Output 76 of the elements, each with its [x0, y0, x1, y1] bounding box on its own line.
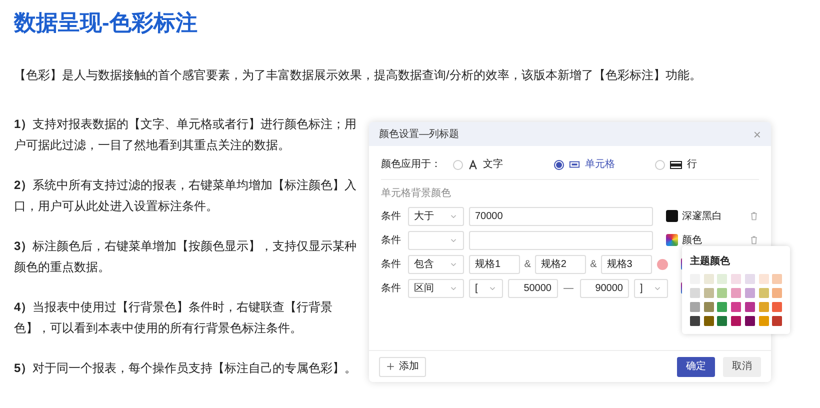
- trash-icon[interactable]: [749, 211, 759, 221]
- list-item: 4）当报表中使用过【行背景色】条件时，右键联查【行背景色】，可以看到本表中使用的所有行背景色标注条件。: [14, 299, 334, 337]
- remove-icon[interactable]: [657, 258, 668, 270]
- dropdown[interactable]: ]: [634, 278, 668, 298]
- color-swatch[interactable]: [717, 302, 728, 312]
- input-field[interactable]: 50000: [508, 278, 558, 298]
- radio-button[interactable]: [554, 160, 564, 170]
- apply-label: 颜色应用于：: [381, 158, 441, 172]
- condition-label: 条件: [381, 234, 402, 248]
- color-swatch[interactable]: [758, 316, 769, 326]
- color-swatch[interactable]: [704, 274, 714, 284]
- condition-label: 条件: [381, 282, 402, 296]
- list-item: 5）对于同一个报表，每个操作员支持【标注自己的专属色彩】。: [14, 360, 358, 377]
- color-swatch[interactable]: [717, 316, 728, 326]
- ampersand: &: [590, 258, 597, 272]
- page-title: 数据呈现-色彩标注: [14, 9, 198, 37]
- option-label: 单元格: [585, 158, 615, 172]
- dialog-title: 颜色设置—列标题: [379, 128, 459, 142]
- add-button[interactable]: 添加: [379, 356, 426, 376]
- color-swatch[interactable]: [704, 288, 714, 298]
- color-swatch[interactable]: [731, 274, 742, 284]
- dropdown[interactable]: 大于: [408, 206, 464, 226]
- color-swatch[interactable]: [758, 288, 769, 298]
- color-swatch[interactable]: [744, 274, 755, 284]
- color-swatch[interactable]: [758, 274, 769, 284]
- input-field[interactable]: [469, 230, 653, 250]
- section-label: 单元格背景颜色: [381, 186, 452, 201]
- dropdown[interactable]: [408, 230, 464, 250]
- color-swatch[interactable]: [772, 302, 782, 312]
- input-field[interactable]: 规格3: [600, 254, 652, 274]
- color-swatch[interactable]: [704, 302, 714, 312]
- swatch-label: 深邃黑白: [682, 210, 722, 224]
- intro-paragraph: 【色彩】是人与数据接触的首个感官要素，为了丰富数据展示效果，提高数据查询/分析的效率，该版本新增了【色彩标注】功能。: [14, 67, 702, 84]
- input-field[interactable]: 规格2: [534, 254, 586, 274]
- color-swatch[interactable]: [666, 210, 678, 222]
- list-item: 3）标注颜色后，右键菜单增加【按颜色显示】，支持仅显示某种颜色的重点数据。: [14, 238, 358, 276]
- color-swatch[interactable]: [731, 302, 742, 312]
- cancel-button[interactable]: 取消: [723, 356, 761, 376]
- dropdown[interactable]: 区间: [408, 278, 464, 298]
- list-item: 2）系统中所有支持过滤的报表，右键菜单均增加【标注颜色】入口，用户可从此处进入设置标注条件。: [14, 177, 358, 215]
- color-swatch[interactable]: [717, 288, 728, 298]
- swatch-label: 颜色: [682, 234, 702, 248]
- color-swatch[interactable]: [690, 302, 700, 312]
- letter-a-icon: [468, 160, 478, 170]
- color-swatch[interactable]: [690, 316, 700, 326]
- option-label: 文字: [483, 158, 503, 172]
- plus-icon: [386, 362, 395, 371]
- color-swatch[interactable]: [717, 274, 728, 284]
- color-swatch[interactable]: [690, 288, 700, 298]
- ok-button[interactable]: 确定: [677, 356, 715, 376]
- color-swatch[interactable]: [731, 316, 742, 326]
- color-swatch[interactable]: [772, 316, 782, 326]
- input-field[interactable]: 90000: [580, 278, 629, 298]
- dropdown[interactable]: [: [469, 278, 503, 298]
- trash-icon[interactable]: [749, 235, 759, 245]
- condition-label: 条件: [381, 258, 402, 272]
- color-swatch[interactable]: [758, 302, 769, 312]
- color-swatch[interactable]: [731, 288, 742, 298]
- color-swatch[interactable]: [666, 234, 678, 246]
- color-swatch[interactable]: [744, 316, 755, 326]
- color-swatch[interactable]: [772, 288, 782, 298]
- input-field[interactable]: 规格1: [469, 254, 520, 274]
- color-swatch[interactable]: [772, 274, 782, 284]
- dash: —: [564, 282, 574, 296]
- condition-label: 条件: [381, 210, 402, 224]
- cell-icon: [569, 159, 580, 170]
- dropdown[interactable]: 包含: [408, 254, 464, 274]
- color-swatch[interactable]: [704, 316, 714, 326]
- color-swatch[interactable]: [744, 302, 755, 312]
- input-field[interactable]: 70000: [469, 206, 653, 226]
- row-icon: [670, 158, 682, 170]
- palette-title: 主题颜色: [690, 254, 731, 269]
- ampersand: &: [524, 258, 531, 272]
- list-item: 1）支持对报表数据的【文字、单元格或者行】进行颜色标注；用户可据此过滤，一目了然地看到其重点关注的数据。: [14, 116, 358, 154]
- option-label: 行: [687, 158, 697, 172]
- color-swatch[interactable]: [744, 288, 755, 298]
